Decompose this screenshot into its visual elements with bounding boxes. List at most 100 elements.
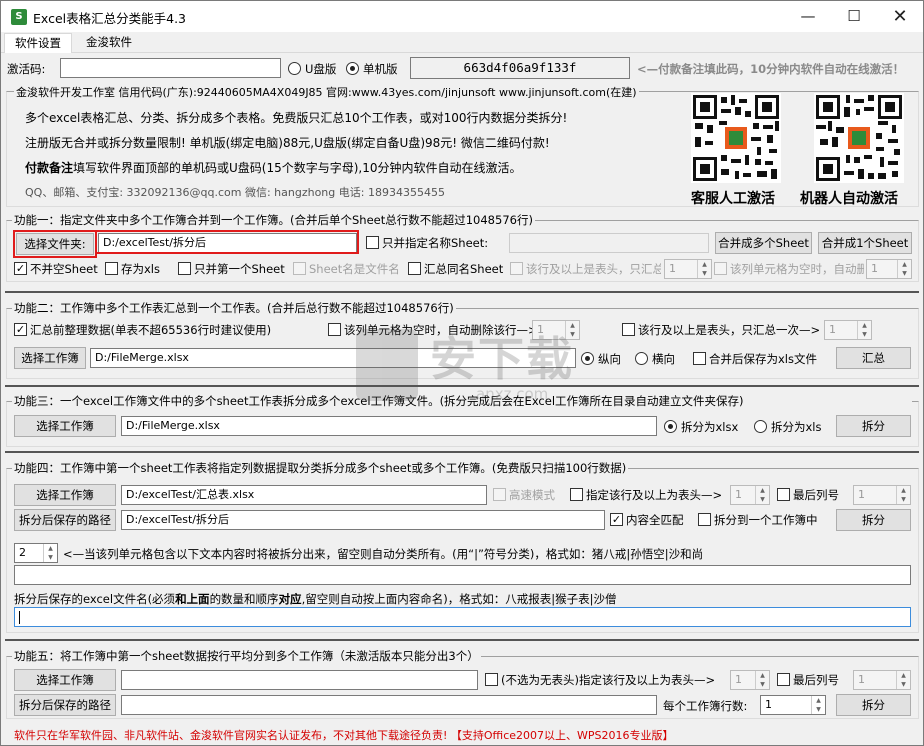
f4-split-button[interactable]: 拆分 — [836, 509, 911, 531]
spinner-arrows-icon[interactable]: ▲ ▼ — [896, 486, 910, 504]
f1-first-sheet-only-checkbox[interactable] — [178, 262, 191, 275]
f4-choose-workbook-button[interactable]: 选择工作簿 — [14, 484, 116, 506]
divider — [5, 291, 919, 293]
f4-header-label: 指定该行及以上为表头—> — [586, 488, 723, 502]
f4-full-match-checkbox[interactable]: ✓ — [610, 513, 623, 526]
f2-summarize-button[interactable]: 汇总 — [836, 347, 911, 369]
f4-last-col-checkbox[interactable] — [777, 488, 790, 501]
f4-split-to-one-checkbox[interactable] — [698, 513, 711, 526]
spinner-arrows-icon[interactable]: ▲ ▼ — [755, 671, 769, 689]
f2-header-checkbox[interactable] — [622, 323, 635, 336]
f4-split-to-one-label: 拆分到一个工作簿中 — [714, 513, 818, 527]
f4-save-path-button[interactable]: 拆分后保存的路径 — [14, 509, 116, 531]
f5-header-spinner-value: 1 — [735, 673, 742, 686]
maximize-icon[interactable]: ☐ — [831, 1, 877, 32]
machine-code-field[interactable]: 663d4f06a9f133f — [410, 57, 630, 79]
info-features: 多个excel表格汇总、分类、拆分成多个表格。免费版只汇总10个工作表，或对10… — [25, 111, 568, 125]
f4-header-spinner[interactable]: 1 ▲ ▼ — [730, 485, 770, 505]
f3-title: 功能三：一个excel工作簿文件中的多个sheet工作表拆分成多个excel工作… — [12, 393, 912, 409]
f1-first-sheet-only-label: 只并第一个Sheet — [194, 262, 285, 276]
spinner-arrows-icon[interactable]: ▲ ▼ — [857, 321, 871, 339]
f1-only-named-sheet-label: 只并指定名称Sheet: — [382, 236, 489, 250]
close-icon[interactable]: ✕ — [877, 1, 923, 32]
f5-split-button[interactable]: 拆分 — [836, 694, 911, 716]
minimize-icon[interactable]: — — [785, 1, 831, 32]
f1-sheet-name-is-file-label: Sheet名是文件名 — [309, 262, 400, 276]
f4-filename-hint-part-e: ,留空则自动按上面内容命名)，格式如：八戒报表|猴子表|沙僧 — [301, 592, 617, 606]
tab-settings[interactable]: 软件设置 — [4, 33, 72, 53]
f1-merge-multi-sheet-button[interactable]: 合并成多个Sheet — [715, 232, 812, 254]
f3-workbook-path-input[interactable]: D:/FileMerge.xlsx — [121, 416, 657, 436]
f2-radio-horizontal[interactable] — [635, 352, 648, 365]
radio-u-disk[interactable] — [288, 62, 301, 75]
divider — [5, 639, 919, 641]
f4-filename-input[interactable] — [14, 607, 911, 627]
f2-radio-vertical[interactable] — [581, 352, 594, 365]
f5-last-col-label: 最后列号 — [793, 673, 839, 687]
f2-preprocess-checkbox[interactable]: ✓ — [14, 323, 27, 336]
qr2-label: 机器人自动激活 — [800, 191, 898, 207]
f2-header-label: 该行及以上是表头，只汇总一次—> — [638, 323, 821, 337]
f5-rows-spinner-value: 1 — [765, 698, 772, 711]
f4-last-col-spinner-value: 1 — [858, 488, 865, 501]
f4-last-col-spinner[interactable]: 1 ▲ ▼ — [853, 485, 911, 505]
f5-last-col-spinner[interactable]: 1 ▲ ▼ — [853, 670, 911, 690]
f1-summary-same-name-label: 汇总同名Sheet — [424, 262, 504, 276]
f5-header-spinner[interactable]: 1 ▲ ▼ — [730, 670, 770, 690]
f2-header-spinner[interactable]: 1 ▲ ▼ — [824, 320, 872, 340]
f1-sheet-name-input[interactable] — [509, 233, 709, 253]
f5-choose-workbook-button[interactable]: 选择工作簿 — [14, 669, 116, 691]
f1-no-empty-sheet-checkbox[interactable]: ✓ — [14, 262, 27, 275]
radio-single-machine[interactable] — [346, 62, 359, 75]
f1-empty-col-spinner[interactable]: 1 ▲ ▼ — [866, 259, 912, 279]
f4-save-path-input[interactable]: D:/excelTest/拆分后 — [121, 510, 605, 530]
f2-save-xls-checkbox[interactable] — [693, 352, 706, 365]
spinner-arrows-icon[interactable]: ▲ ▼ — [565, 321, 579, 339]
info-payment-note-bold: 付款备注 — [25, 161, 74, 175]
f1-no-empty-sheet-label: 不并空Sheet — [30, 262, 98, 276]
f5-workbook-path-input[interactable] — [121, 670, 478, 690]
spinner-arrows-icon[interactable]: ▲ ▼ — [43, 544, 57, 562]
f1-merge-one-sheet-button[interactable]: 合并成1个Sheet — [818, 232, 912, 254]
spinner-arrows-icon[interactable]: ▲ ▼ — [697, 260, 711, 278]
f1-summary-same-name-checkbox[interactable] — [408, 262, 421, 275]
f5-rows-spinner[interactable]: 1 ▲ ▼ — [760, 695, 826, 715]
spinner-arrows-icon[interactable]: ▲ ▼ — [755, 486, 769, 504]
f4-workbook-path-input[interactable]: D:/excelTest/汇总表.xlsx — [121, 485, 487, 505]
f3-radio-xls[interactable] — [754, 420, 767, 433]
spinner-arrows-icon[interactable]: ▲ ▼ — [897, 260, 911, 278]
f2-empty-col-checkbox[interactable] — [328, 323, 341, 336]
f4-column-spinner[interactable]: 2 ▲ ▼ — [14, 543, 58, 563]
spinner-arrows-icon[interactable]: ▲ ▼ — [896, 671, 910, 689]
f4-header-checkbox[interactable] — [570, 488, 583, 501]
f2-title: 功能二：工作簿中多个工作表汇总到一个工作表。(合并后总行数不能超过1048576… — [12, 300, 456, 316]
f5-header-checkbox[interactable] — [485, 673, 498, 686]
activation-code-input[interactable] — [60, 58, 281, 78]
f1-header-row-spinner[interactable]: 1 ▲ ▼ — [664, 259, 712, 279]
f5-save-path-button[interactable]: 拆分后保存的路径 — [14, 694, 116, 716]
f1-empty-col-checkbox[interactable] — [714, 262, 727, 275]
f1-choose-folder-button[interactable]: 选择文件夹: — [13, 230, 97, 258]
f5-header-label: (不选为无表头)指定该行及以上为表头—> — [501, 673, 716, 687]
f4-fast-mode-checkbox[interactable] — [493, 488, 506, 501]
tab-jinjun[interactable]: 金浚软件 — [76, 33, 142, 53]
f1-only-named-sheet-checkbox[interactable] — [366, 236, 379, 249]
f5-save-path-input[interactable] — [121, 695, 657, 715]
f3-split-button[interactable]: 拆分 — [836, 415, 911, 437]
spinner-arrows-icon[interactable]: ▲ ▼ — [811, 696, 825, 714]
f1-save-xls-checkbox[interactable] — [105, 262, 118, 275]
f1-header-row-checkbox[interactable] — [510, 262, 523, 275]
f3-choose-workbook-button[interactable]: 选择工作簿 — [14, 415, 116, 437]
app-window: S Excel表格汇总分类能手4.3 — ☐ ✕ 软件设置 金浚软件 激活码: … — [0, 0, 924, 746]
f3-radio-xlsx[interactable] — [664, 420, 677, 433]
f2-choose-workbook-button[interactable]: 选择工作簿 — [14, 347, 86, 369]
f1-empty-col-label: 该列单元格为空时，自动删 — [730, 262, 864, 276]
f4-category-text-input[interactable] — [14, 565, 911, 585]
f2-header-spinner-value: 1 — [829, 323, 836, 336]
f2-empty-col-spinner-value: 1 — [537, 323, 544, 336]
f2-empty-col-spinner[interactable]: 1 ▲ ▼ — [532, 320, 580, 340]
f2-workbook-path-input[interactable]: D:/FileMerge.xlsx — [90, 348, 576, 368]
f5-last-col-checkbox[interactable] — [777, 673, 790, 686]
f1-sheet-name-is-file-checkbox[interactable] — [293, 262, 306, 275]
f4-filename-hint-part-a: 拆分后保存的excel文件名(必须 — [14, 592, 176, 606]
